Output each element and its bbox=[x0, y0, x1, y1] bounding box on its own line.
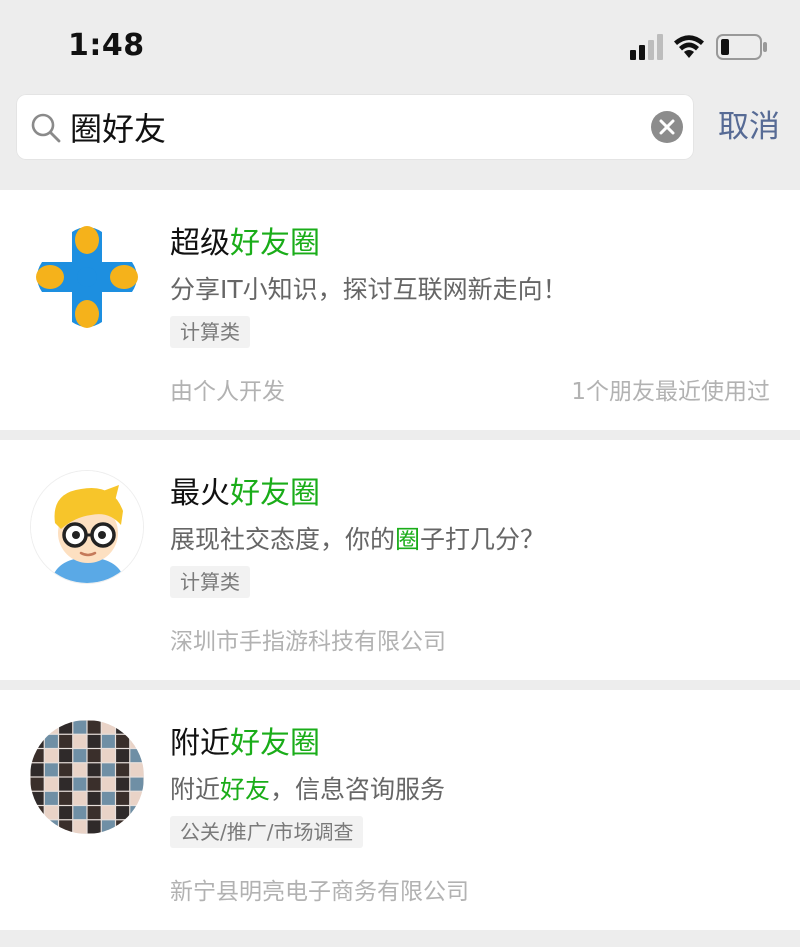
search-row: 取消 bbox=[0, 92, 800, 182]
collage-tile bbox=[87, 734, 101, 748]
search-input[interactable] bbox=[70, 102, 630, 152]
collage-tile bbox=[87, 806, 101, 820]
collage-tile bbox=[30, 734, 44, 748]
collage-tile bbox=[44, 791, 58, 805]
cancel-button[interactable]: 取消 bbox=[718, 102, 788, 152]
collage-tile bbox=[101, 777, 115, 791]
collage-tile bbox=[44, 806, 58, 820]
developer-label: 深圳市手指游科技有限公司 bbox=[170, 629, 446, 655]
cellular-signal-icon bbox=[630, 34, 663, 60]
collage-tile bbox=[73, 791, 87, 805]
collage-tile bbox=[59, 791, 73, 805]
collage-tile bbox=[101, 763, 115, 777]
collage-tile bbox=[59, 749, 73, 763]
collage-tile bbox=[101, 806, 115, 820]
collage-tile bbox=[73, 820, 87, 834]
list-item[interactable]: 附近好友圈 附近好友，信息咨询服务 公关/推广/市场调查 新宁县明亮电子商务有限… bbox=[0, 690, 800, 930]
collage-tile bbox=[116, 734, 130, 748]
collage-tile bbox=[130, 777, 144, 791]
collage-tile bbox=[87, 791, 101, 805]
collage-tile bbox=[44, 820, 58, 834]
collage-tile bbox=[30, 820, 44, 834]
result-description: 分享IT小知识，探讨互联网新走向！ bbox=[170, 275, 568, 304]
result-title: 附近好友圈 bbox=[170, 726, 320, 761]
cartoon-boy-glasses-icon bbox=[30, 470, 144, 584]
collage-tile bbox=[59, 720, 73, 734]
battery-icon bbox=[716, 34, 767, 60]
collage-tile bbox=[73, 749, 87, 763]
puzzle-cross-icon bbox=[30, 220, 144, 334]
collage-tile bbox=[73, 777, 87, 791]
collage-tile bbox=[87, 720, 101, 734]
collage-tile bbox=[101, 820, 115, 834]
collage-tile bbox=[116, 806, 130, 820]
collage-tile bbox=[116, 791, 130, 805]
collage-tile bbox=[30, 806, 44, 820]
photo-collage-icon bbox=[30, 720, 144, 834]
collage-tile bbox=[30, 777, 44, 791]
collage-tile bbox=[44, 777, 58, 791]
collage-tile bbox=[30, 791, 44, 805]
status-bar: 1:48 bbox=[0, 0, 800, 92]
collage-tile bbox=[130, 734, 144, 748]
collage-tile bbox=[116, 777, 130, 791]
category-tag: 公关/推广/市场调查 bbox=[170, 816, 364, 848]
developer-label: 由个人开发 bbox=[170, 379, 285, 405]
collage-tile bbox=[101, 791, 115, 805]
search-icon bbox=[31, 113, 61, 143]
collage-tile bbox=[87, 749, 101, 763]
collage-tile bbox=[130, 791, 144, 805]
friends-used-label: 1个朋友最近使用过 bbox=[571, 379, 770, 405]
collage-tile bbox=[116, 749, 130, 763]
status-time: 1:48 bbox=[68, 28, 145, 63]
result-description: 展现社交态度，你的圈子打几分？ bbox=[170, 525, 546, 554]
collage-tile bbox=[130, 820, 144, 834]
collage-tile bbox=[87, 777, 101, 791]
collage-tile bbox=[59, 806, 73, 820]
collage-tile bbox=[44, 763, 58, 777]
search-box[interactable] bbox=[16, 94, 694, 160]
results-list: 超级好友圈 分享IT小知识，探讨互联网新走向！ 计算类 由个人开发 1个朋友最近… bbox=[0, 190, 800, 940]
collage-tile bbox=[30, 749, 44, 763]
wifi-icon bbox=[674, 35, 704, 58]
collage-tile bbox=[30, 763, 44, 777]
collage-tile bbox=[130, 720, 144, 734]
collage-tile bbox=[59, 763, 73, 777]
developer-label: 新宁县明亮电子商务有限公司 bbox=[170, 879, 469, 905]
collage-tile bbox=[73, 763, 87, 777]
collage-tile bbox=[59, 820, 73, 834]
result-title: 超级好友圈 bbox=[170, 226, 320, 261]
clear-icon[interactable] bbox=[650, 110, 684, 144]
collage-tile bbox=[59, 777, 73, 791]
collage-tile bbox=[44, 749, 58, 763]
collage-tile bbox=[130, 749, 144, 763]
collage-tile bbox=[73, 734, 87, 748]
collage-tile bbox=[130, 806, 144, 820]
collage-tile bbox=[101, 720, 115, 734]
collage-tile bbox=[116, 820, 130, 834]
collage-tile bbox=[101, 734, 115, 748]
collage-tile bbox=[30, 720, 44, 734]
collage-tile bbox=[116, 763, 130, 777]
category-tag: 计算类 bbox=[170, 566, 250, 598]
result-title: 最火好友圈 bbox=[170, 476, 320, 511]
list-item[interactable]: 超级好友圈 分享IT小知识，探讨互联网新走向！ 计算类 由个人开发 1个朋友最近… bbox=[0, 190, 800, 430]
collage-tile bbox=[101, 749, 115, 763]
result-description: 附近好友，信息咨询服务 bbox=[170, 775, 446, 804]
collage-tile bbox=[73, 720, 87, 734]
collage-tile bbox=[87, 763, 101, 777]
collage-tile bbox=[73, 806, 87, 820]
collage-tile bbox=[116, 720, 130, 734]
collage-tile bbox=[87, 820, 101, 834]
category-tag: 计算类 bbox=[170, 316, 250, 348]
collage-tile bbox=[44, 734, 58, 748]
collage-tile bbox=[44, 720, 58, 734]
collage-tile bbox=[130, 763, 144, 777]
list-item[interactable]: 最火好友圈 展现社交态度，你的圈子打几分？ 计算类 深圳市手指游科技有限公司 bbox=[0, 440, 800, 680]
collage-tile bbox=[59, 734, 73, 748]
